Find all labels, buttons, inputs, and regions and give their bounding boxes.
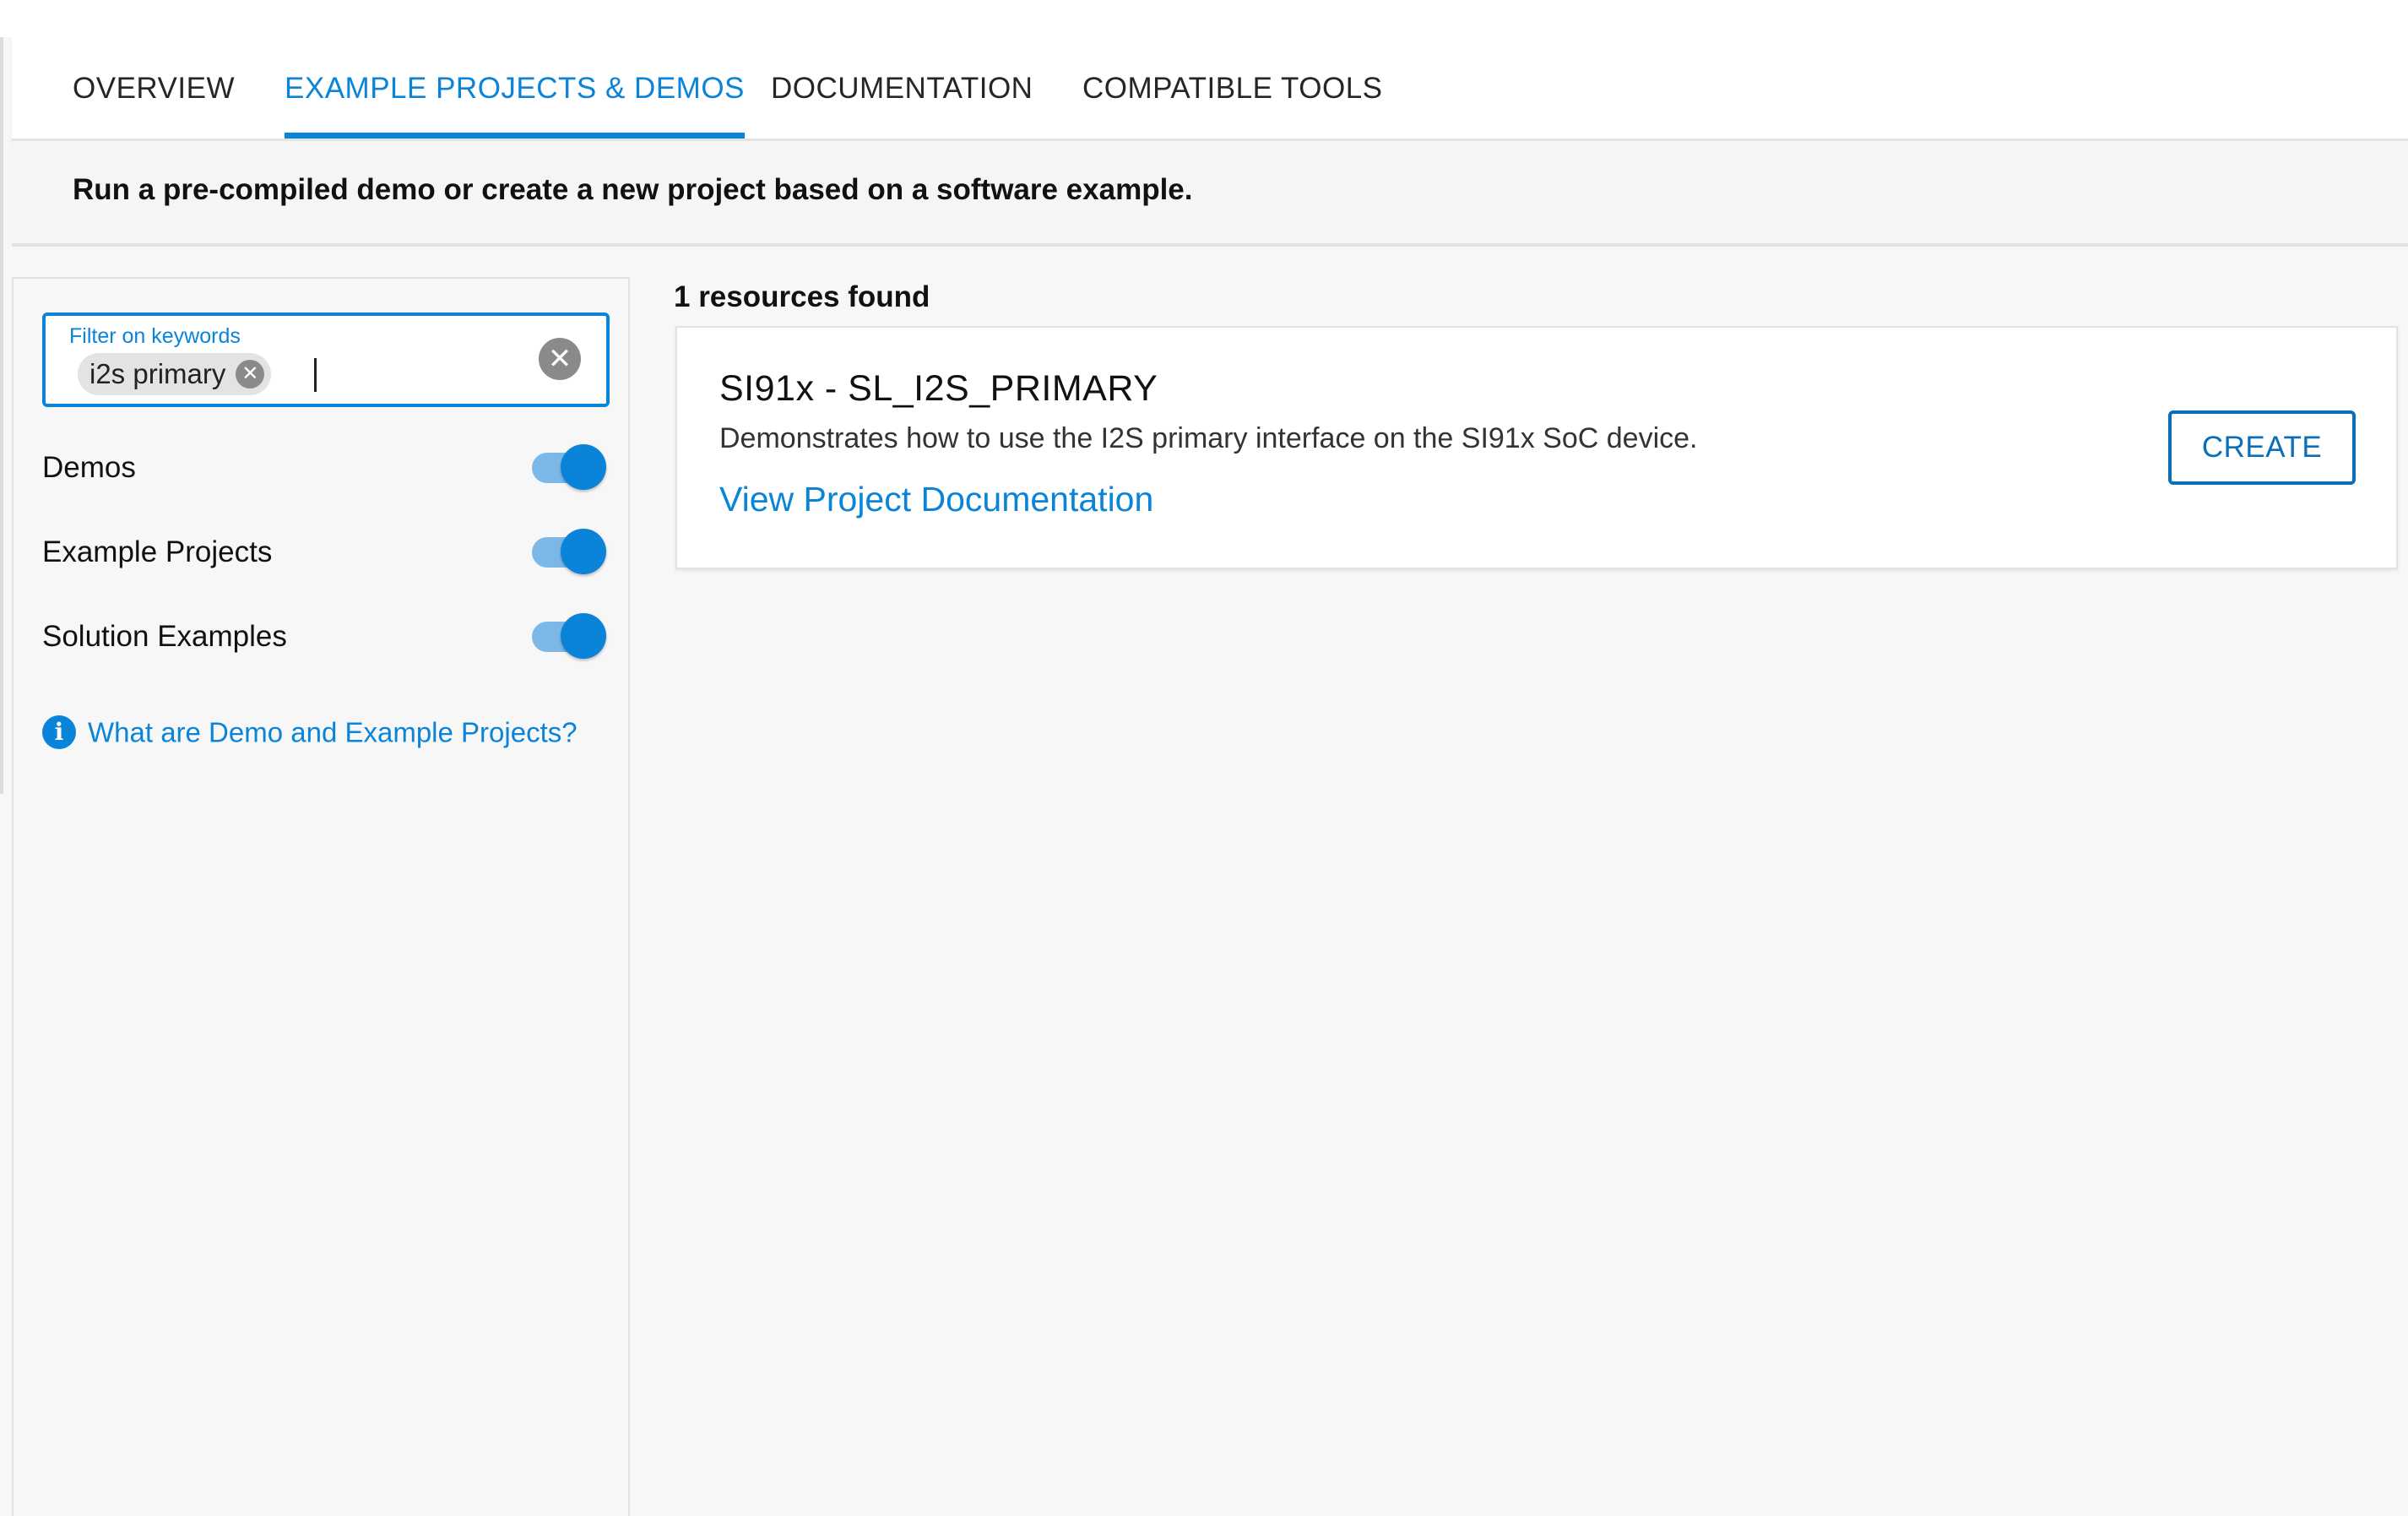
tab-overview[interactable]: OVERVIEW (73, 37, 235, 136)
subheader-text: Run a pre-compiled demo or create a new … (73, 173, 1193, 206)
chip-remove-icon[interactable]: ✕ (236, 360, 265, 389)
filter-label: Filter on keywords (69, 324, 241, 348)
toggle-row-example-projects: Example Projects (42, 527, 606, 578)
help-link-text: What are Demo and Example Projects? (88, 716, 578, 748)
info-icon: i (42, 715, 76, 750)
project-title: SI91x - SL_I2S_PRIMARY (719, 368, 1158, 409)
create-button[interactable]: CREATE (2168, 410, 2356, 485)
tab-compatible-tools[interactable]: COMPATIBLE TOOLS (1082, 37, 1383, 136)
subheader-banner: Run a pre-compiled demo or create a new … (12, 141, 2408, 247)
results-count: 1 resources found (674, 280, 930, 313)
example-projects-toggle[interactable] (532, 529, 606, 574)
toggle-label-solution-examples: Solution Examples (42, 620, 287, 653)
toggle-label-example-projects: Example Projects (42, 535, 273, 568)
demos-toggle[interactable] (532, 444, 606, 490)
keyword-chip-label: i2s primary (89, 358, 226, 389)
clear-filter-icon[interactable]: ✕ (539, 338, 581, 380)
solution-examples-toggle[interactable] (532, 613, 606, 659)
toggle-row-solution-examples: Solution Examples (42, 611, 606, 662)
text-cursor (314, 358, 317, 392)
project-card: SI91x - SL_I2S_PRIMARY Demonstrates how … (675, 326, 2398, 569)
filter-sidebar: Filter on keywords i2s primary ✕ ✕ Demos… (12, 277, 630, 1516)
tab-example-projects-demos[interactable]: EXAMPLE PROJECTS & DEMOS (285, 37, 745, 139)
keyword-chip: i2s primary ✕ (78, 353, 272, 395)
view-documentation-link[interactable]: View Project Documentation (719, 480, 1153, 519)
help-link[interactable]: i What are Demo and Example Projects? (42, 715, 578, 757)
toggle-label-demos: Demos (42, 451, 136, 484)
project-description: Demonstrates how to use the I2S primary … (719, 422, 1698, 454)
title-bar-cropped (0, 0, 2408, 37)
tab-documentation[interactable]: DOCUMENTATION (771, 37, 1033, 136)
window-edge (0, 0, 3, 794)
toggle-row-demos: Demos (42, 443, 606, 493)
keyword-filter-input[interactable]: Filter on keywords i2s primary ✕ ✕ (42, 312, 610, 407)
tab-bar: OVERVIEW EXAMPLE PROJECTS & DEMOS DOCUME… (12, 37, 2408, 141)
